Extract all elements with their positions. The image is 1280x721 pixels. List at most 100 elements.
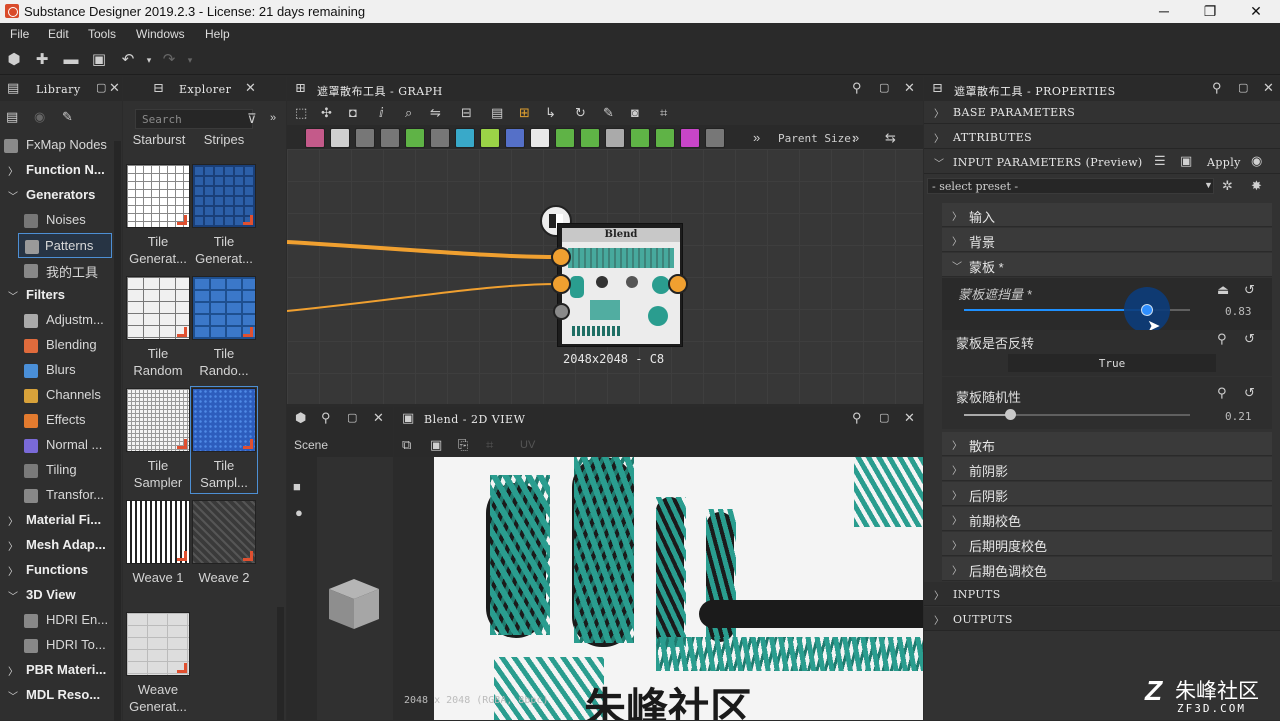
library-item[interactable]: ﹀ Generators: [0, 183, 122, 208]
more-nodes-icon[interactable]: »: [753, 130, 760, 145]
preview-icon[interactable]: ◙: [631, 105, 639, 120]
atomic-node-icon[interactable]: [405, 128, 425, 148]
library-item[interactable]: 〉 Function N...: [0, 158, 122, 183]
chevron-right-icon[interactable]: 〉: [8, 513, 18, 528]
atomic-node-icon[interactable]: [305, 128, 325, 148]
parameter-group[interactable]: 〉后期色调校色: [942, 557, 1272, 581]
properties-tab[interactable]: ⊟ 遮罩散布工具 - PROPERTIES ⚲ ▢ ✕: [924, 77, 1280, 101]
3d-view-tab[interactable]: ⬢ ⚲ ▢ ✕: [287, 407, 393, 431]
library-item[interactable]: 〉 Functions: [0, 558, 122, 583]
eye-icon[interactable]: ◉: [1251, 154, 1263, 169]
pin-properties-icon[interactable]: ⚲: [1212, 81, 1222, 96]
close-properties-icon[interactable]: ✕: [1263, 81, 1274, 96]
section-attributes[interactable]: 〉 ATTRIBUTES: [924, 125, 1280, 149]
atomic-node-icon[interactable]: [705, 128, 725, 148]
maximize-button[interactable]: ❐: [1187, 0, 1233, 23]
scene-menu[interactable]: Scene: [294, 438, 328, 452]
refresh-icon[interactable]: ◉: [34, 109, 45, 125]
atomic-node-icon[interactable]: [580, 128, 600, 148]
library-item[interactable]: ﹀ Filters: [0, 283, 122, 308]
edit-icon[interactable]: ✎: [62, 109, 73, 125]
group-mask[interactable]: ﹀ 蒙板 *: [942, 253, 1272, 277]
blend-node[interactable]: Blend: [557, 223, 683, 347]
float-properties-icon[interactable]: ▢: [1238, 81, 1249, 94]
library-item[interactable]: Channels: [0, 383, 122, 408]
tool-icon[interactable]: ✎: [603, 105, 614, 121]
library-search-input[interactable]: Search: [135, 109, 253, 129]
save-icon[interactable]: ▣: [90, 51, 108, 69]
library-item[interactable]: Tiling: [0, 458, 122, 483]
fit-icon[interactable]: ✣: [321, 105, 332, 121]
output-port[interactable]: [668, 274, 688, 294]
reset-random-icon[interactable]: ↺: [1244, 385, 1255, 401]
parent-size-more-icon[interactable]: »: [852, 130, 859, 145]
menu-tools[interactable]: Tools: [88, 27, 116, 41]
reset-invert-icon[interactable]: ↺: [1244, 331, 1255, 347]
input-port-source[interactable]: [551, 247, 571, 267]
explorer-scrollbar[interactable]: [277, 607, 284, 720]
2d-viewport[interactable]: 朱峰社区 2048 x 2048 (RGBA, 8bpc): [394, 457, 923, 720]
section-inputs[interactable]: 〉 INPUTS: [924, 582, 1280, 606]
close-2d-icon[interactable]: ✕: [904, 411, 915, 426]
gear-icon[interactable]: ✲: [1222, 178, 1233, 194]
align-icon[interactable]: ⊟: [461, 105, 472, 121]
save-image-icon[interactable]: ▣: [430, 437, 442, 453]
mask-randomness-slider-handle[interactable]: [1005, 409, 1016, 420]
library-tab[interactable]: ▤ Library ▢ ✕: [0, 77, 122, 101]
atomic-node-icon[interactable]: [430, 128, 450, 148]
explorer-tab[interactable]: ⊟ Explorer ✕: [123, 77, 286, 101]
mask-amount-slider-handle[interactable]: [1141, 304, 1153, 316]
open-folder-icon[interactable]: ▬: [62, 51, 80, 69]
chevron-right-icon[interactable]: 〉: [8, 163, 18, 178]
node-thumbnail[interactable]: [126, 164, 190, 228]
library-item[interactable]: Noises: [0, 208, 122, 233]
library-item[interactable]: Patterns: [18, 233, 112, 258]
node-thumbnail[interactable]: [192, 500, 256, 564]
input-port-destination[interactable]: [551, 274, 571, 294]
close-3d-icon[interactable]: ✕: [373, 411, 384, 426]
node-thumbnail[interactable]: [192, 164, 256, 228]
close-library-icon[interactable]: ✕: [109, 81, 120, 96]
library-item[interactable]: ﹀ MDL Reso...: [0, 683, 122, 708]
2d-view-tab[interactable]: ▣ Blend - 2D VIEW ⚲ ▢ ✕: [394, 407, 923, 431]
undo-icon[interactable]: ↶: [119, 51, 137, 69]
undo-dropdown-icon[interactable]: ▾: [140, 51, 158, 69]
chevron-down-icon[interactable]: ﹀: [8, 188, 18, 203]
3d-viewport[interactable]: ■ ●: [287, 457, 393, 720]
chevron-right-icon[interactable]: 〉: [8, 563, 18, 578]
parameter-group[interactable]: 〉后阴影: [942, 482, 1272, 506]
menu-windows[interactable]: Windows: [136, 27, 185, 41]
menu-file[interactable]: File: [10, 27, 29, 41]
parameter-group[interactable]: 〉后期明度校色: [942, 532, 1272, 556]
library-item[interactable]: 〉 PBR Materi...: [0, 658, 122, 683]
float-2d-icon[interactable]: ▢: [879, 411, 890, 424]
library-item[interactable]: ﹀ 3D View: [0, 583, 122, 608]
camera-icon[interactable]: ■: [293, 479, 301, 494]
library-item[interactable]: Blending: [0, 333, 122, 358]
crop-icon[interactable]: ⌗: [660, 105, 667, 121]
group-input[interactable]: 〉输入: [942, 203, 1272, 227]
atomic-node-icon[interactable]: [605, 128, 625, 148]
atomic-node-icon[interactable]: [630, 128, 650, 148]
node-thumbnail[interactable]: [126, 388, 190, 452]
library-item[interactable]: 〉 Mesh Adap...: [0, 533, 122, 558]
list-icon[interactable]: ☰: [1154, 154, 1166, 169]
chevron-down-icon[interactable]: ﹀: [8, 288, 18, 303]
pin-3d-icon[interactable]: ⚲: [321, 411, 331, 426]
frame-icon[interactable]: ⬚: [295, 105, 307, 121]
info-icon[interactable]: ⅈ: [379, 105, 384, 121]
parameter-group[interactable]: 〉前阴影: [942, 457, 1272, 481]
connect-icon[interactable]: ↳: [545, 105, 556, 121]
graph-tab[interactable]: ⊞ 遮罩散布工具 - GRAPH ⚲ ▢ ✕: [287, 77, 923, 101]
preset-save-icon[interactable]: ▣: [1180, 154, 1193, 169]
pin-param-icon[interactable]: ⚲: [1217, 331, 1227, 347]
atomic-node-icon[interactable]: [380, 128, 400, 148]
library-scrollbar[interactable]: [114, 141, 121, 721]
export-icon[interactable]: ⎘: [458, 437, 468, 453]
graph-canvas[interactable]: Blend 2048x2048 - C8: [287, 149, 923, 404]
atomic-node-icon[interactable]: [480, 128, 500, 148]
node-thumbnail[interactable]: [192, 276, 256, 340]
parameter-group[interactable]: 〉散布: [942, 432, 1272, 456]
mask-randomness-value[interactable]: 0.21: [1225, 410, 1252, 423]
filter-icon[interactable]: ⊽: [247, 111, 257, 127]
